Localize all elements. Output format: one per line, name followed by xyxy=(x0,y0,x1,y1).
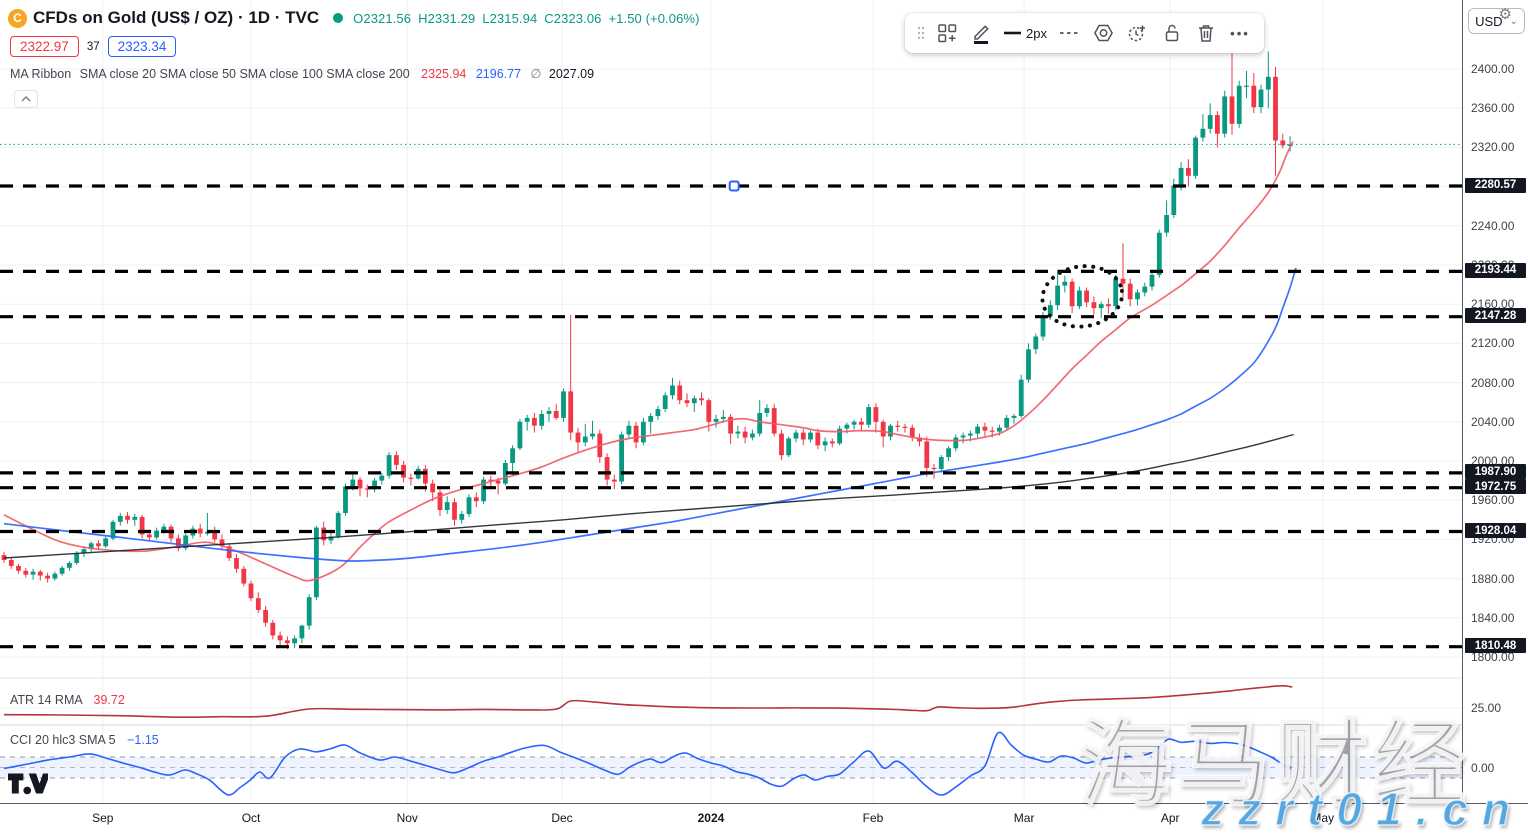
atr-value: 39.72 xyxy=(94,693,125,707)
level-price-tag: 1972.75 xyxy=(1465,479,1526,494)
spread-value: 37 xyxy=(87,41,100,53)
line-style-button[interactable] xyxy=(1055,18,1085,48)
open-value: O2321.56 xyxy=(353,11,411,26)
time-tick-label: Sep xyxy=(92,811,113,825)
cci-value: −1.15 xyxy=(127,733,159,747)
cci-axis-tick: 0.00 xyxy=(1471,761,1494,775)
line-width-icon xyxy=(1004,31,1021,35)
change-value: +1.50 (+0.06%) xyxy=(608,11,699,26)
time-tick-label: Oct xyxy=(242,811,261,825)
level-price-tag: 2147.28 xyxy=(1465,308,1526,323)
price-tick-label: 2360.00 xyxy=(1471,101,1514,115)
symbol-title[interactable]: CFDs on Gold (US$ / OZ) · 1D · TVC xyxy=(33,8,319,28)
axis-settings-gear-icon[interactable]: ⚙ xyxy=(1499,5,1512,23)
ellipsis-icon: ••• xyxy=(1230,26,1250,41)
drawing-anchor-handle[interactable] xyxy=(730,182,739,191)
atr-axis-tick: 25.00 xyxy=(1471,701,1501,715)
time-tick-label: Mar xyxy=(1014,811,1035,825)
price-tick-label: 1960.00 xyxy=(1471,493,1514,507)
delete-button[interactable] xyxy=(1191,18,1221,48)
alert-clock-icon xyxy=(1127,23,1148,43)
ma-line[interactable] xyxy=(4,268,1296,561)
price-axis[interactable]: USD ⌄ 2400.002360.002320.002280.002240.0… xyxy=(1462,0,1528,803)
add-alert-button[interactable] xyxy=(1123,18,1153,48)
trash-icon xyxy=(1197,23,1215,43)
cci-legend[interactable]: CCI 20 hlc3 SMA 5 −1.15 xyxy=(10,733,159,747)
vertical-gridlines xyxy=(103,0,1323,803)
sma-null-symbol: ∅ xyxy=(531,67,542,81)
market-status-dot[interactable] xyxy=(333,13,343,23)
ma-line[interactable] xyxy=(4,142,1293,581)
line-width-button[interactable]: 2px xyxy=(1000,18,1051,48)
atr-label: ATR 14 RMA xyxy=(10,693,82,707)
ma-ribbon-name: MA Ribbon xyxy=(10,67,71,81)
time-tick-label: Apr xyxy=(1161,811,1180,825)
unlock-icon xyxy=(1163,23,1181,43)
tradingview-logo[interactable] xyxy=(8,771,48,801)
level-price-tag: 2193.44 xyxy=(1465,263,1526,278)
symbol-title-row: C CFDs on Gold (US$ / OZ) · 1D · TVC O23… xyxy=(8,8,707,28)
settings-button[interactable] xyxy=(1089,18,1119,48)
currency-selector[interactable]: USD ⌄ xyxy=(1468,8,1525,34)
atr-line[interactable] xyxy=(4,686,1292,717)
sell-button[interactable]: 2322.97 xyxy=(10,36,79,57)
gear-icon xyxy=(1093,23,1114,43)
cci-label: CCI 20 hlc3 SMA 5 xyxy=(10,733,116,747)
lock-button[interactable] xyxy=(1157,18,1187,48)
low-value: L2315.94 xyxy=(482,11,537,26)
sma100-value: 2196.77 xyxy=(476,67,521,81)
price-tick-label: 2040.00 xyxy=(1471,415,1514,429)
cci-last-dot xyxy=(1286,765,1291,770)
pencil-icon xyxy=(972,22,990,44)
time-tick-label: Nov xyxy=(397,811,418,825)
time-tick-label: May xyxy=(1311,811,1334,825)
color-picker-button[interactable] xyxy=(966,18,996,48)
level-price-tag: 2280.57 xyxy=(1465,178,1526,193)
template-grid-icon xyxy=(938,24,957,43)
collapse-legend-button[interactable] xyxy=(14,90,38,108)
sma20-value: 2325.94 xyxy=(421,67,466,81)
sma200-value: 2027.09 xyxy=(549,67,594,81)
ma-ribbon-params: SMA close 20 SMA close 50 SMA close 100 … xyxy=(80,67,410,81)
line-width-label: 2px xyxy=(1026,26,1047,41)
ohlc-values: O2321.56 H2331.29 L2315.94 C2323.06 +1.50 (+… xyxy=(353,11,706,26)
price-tick-label: 1840.00 xyxy=(1471,611,1514,625)
time-tick-label: 2024 xyxy=(698,811,725,825)
high-value: H2331.29 xyxy=(418,11,475,26)
buy-button[interactable]: 2323.34 xyxy=(108,36,177,57)
time-axis[interactable]: Sep Oct Nov Dec 2024 Feb Mar Apr May xyxy=(0,803,1528,834)
chart-window: C CFDs on Gold (US$ / OZ) · 1D · TVC O23… xyxy=(0,0,1528,834)
dashed-line-icon xyxy=(1060,31,1080,35)
symbol-logo-icon: C xyxy=(8,9,27,28)
price-tick-label: 2080.00 xyxy=(1471,376,1514,390)
price-tick-label: 2320.00 xyxy=(1471,140,1514,154)
bid-ask-row: 2322.97 37 2323.34 xyxy=(10,36,176,57)
close-value: C2323.06 xyxy=(544,11,601,26)
add-template-button[interactable] xyxy=(932,18,962,48)
chart-canvas[interactable] xyxy=(0,0,1462,834)
ma-ribbon-legend[interactable]: MA Ribbon SMA close 20 SMA close 50 SMA … xyxy=(10,66,594,81)
price-tick-label: 1880.00 xyxy=(1471,572,1514,586)
price-tick-label: 2120.00 xyxy=(1471,336,1514,350)
price-tick-label: 2400.00 xyxy=(1471,62,1514,76)
time-tick-label: Feb xyxy=(863,811,884,825)
chevron-up-icon xyxy=(21,96,31,102)
atr-legend[interactable]: ATR 14 RMA 39.72 xyxy=(10,693,125,707)
level-price-tag: 1928.04 xyxy=(1465,523,1526,538)
horizontal-gridlines xyxy=(0,69,1462,657)
more-options-button[interactable]: ••• xyxy=(1225,18,1255,48)
level-price-tag: 1987.90 xyxy=(1465,464,1526,479)
tradingview-logo-icon xyxy=(8,771,48,796)
time-tick-label: Dec xyxy=(551,811,572,825)
drawing-toolbar: 2px ••• xyxy=(905,13,1264,53)
price-tick-label: 2240.00 xyxy=(1471,219,1514,233)
level-price-tag: 1810.48 xyxy=(1465,638,1526,653)
drag-handle-icon[interactable] xyxy=(914,18,928,48)
